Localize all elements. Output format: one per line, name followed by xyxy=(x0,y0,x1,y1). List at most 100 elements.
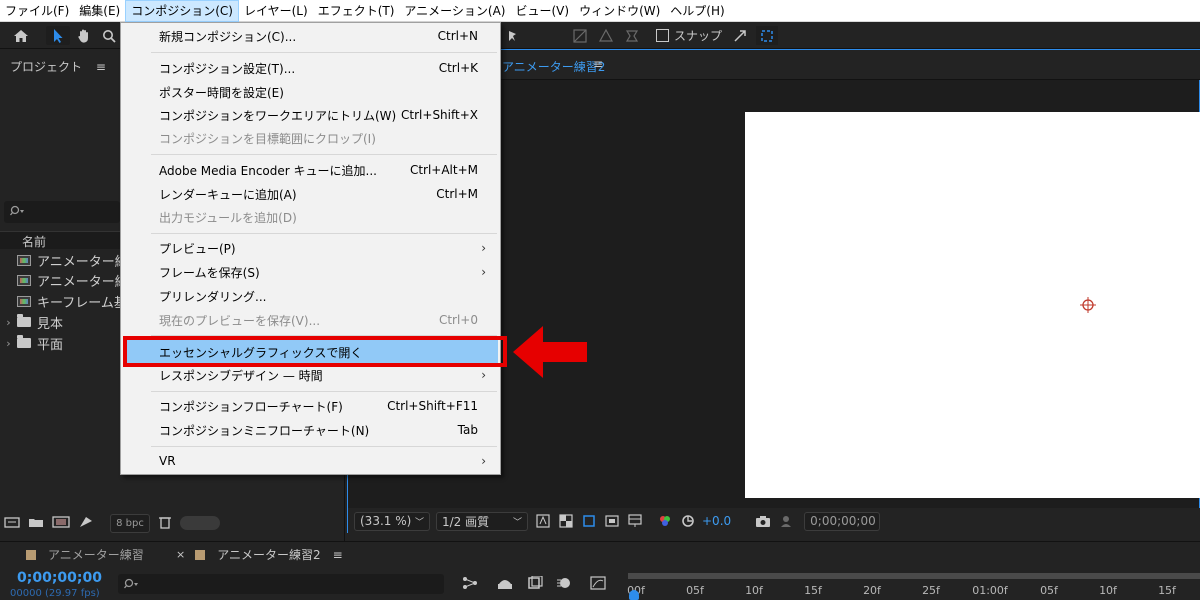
interpret-footage-icon[interactable] xyxy=(4,516,20,531)
column-name-label[interactable]: 名前 xyxy=(22,233,46,250)
menu-item-shortcut: Ctrl+0 xyxy=(438,313,478,327)
annotation-highlight-box xyxy=(123,336,507,367)
chevron-down-icon: ﹀ xyxy=(414,517,424,528)
ruler-tick-label: 10f xyxy=(1099,584,1117,597)
menu-item-composition-flowchart[interactable]: コンポジションフローチャート(F) Ctrl+Shift+F11 xyxy=(123,394,498,418)
snap-options-icon[interactable] xyxy=(730,26,750,45)
reset-exposure-icon[interactable] xyxy=(680,513,696,529)
search-icon xyxy=(123,578,140,593)
menu-layer[interactable]: レイヤー(L) xyxy=(239,0,313,22)
selection-tool-icon[interactable] xyxy=(46,26,70,45)
menu-item-shortcut: Ctrl+N xyxy=(437,29,478,43)
menu-item-pre-render[interactable]: プリレンダリング... xyxy=(123,284,498,308)
shy-layers-icon[interactable] xyxy=(496,576,514,593)
show-snapshot-icon[interactable] xyxy=(778,513,794,529)
menu-item-label: コンポジションをワークエリアにトリム(W) xyxy=(159,108,397,123)
menu-separator xyxy=(151,233,497,234)
timeline-tab-label: アニメーター練習 xyxy=(48,548,144,562)
home-icon[interactable] xyxy=(10,26,32,45)
zoom-dropdown[interactable]: (33.1 %) ﹀ xyxy=(354,511,430,531)
menu-item-trim-to-work-area[interactable]: コンポジションをワークエリアにトリム(W) Ctrl+Shift+X xyxy=(123,103,498,127)
menu-animation[interactable]: アニメーション(A) xyxy=(399,0,510,22)
menu-help[interactable]: ヘルプ(H) xyxy=(665,0,729,22)
menu-window[interactable]: ウィンドウ(W) xyxy=(574,0,665,22)
thumbnail-slider[interactable] xyxy=(180,516,220,530)
align-tool-icon[interactable] xyxy=(570,26,590,45)
work-area-bar[interactable] xyxy=(628,573,1200,579)
hand-tool-icon[interactable] xyxy=(74,26,94,45)
project-search-input[interactable] xyxy=(4,201,120,223)
frame-blending-icon[interactable] xyxy=(527,575,543,593)
timeline-search-input[interactable] xyxy=(118,574,444,594)
playhead[interactable] xyxy=(629,590,639,600)
menu-item-shortcut: Ctrl+Alt+M xyxy=(409,163,478,177)
viewer-timecode[interactable]: 0;00;00;00 xyxy=(804,511,881,531)
menu-item-add-to-render-queue[interactable]: レンダーキューに追加(A) Ctrl+M xyxy=(123,182,498,206)
menu-item-shortcut: Tab xyxy=(457,423,478,437)
folder-icon xyxy=(17,335,31,348)
graph-editor-icon[interactable] xyxy=(590,576,606,593)
anchor-point-icon[interactable] xyxy=(1079,296,1097,314)
zoom-tool-icon[interactable] xyxy=(100,26,118,45)
menu-item-preview[interactable]: プレビュー(P) › xyxy=(123,236,498,260)
motion-blur-icon[interactable] xyxy=(556,576,572,593)
puppet-pin-icon[interactable] xyxy=(502,26,520,45)
panel-menu-icon[interactable]: ≡ xyxy=(333,548,343,562)
pin-tool-icon[interactable] xyxy=(622,26,642,45)
bpc-label: 8 bpc xyxy=(116,517,144,529)
ruler-tick-label: 20f xyxy=(863,584,881,597)
composition-flowchart-icon[interactable] xyxy=(462,576,478,593)
menu-item-save-frame[interactable]: フレームを保存(S) › xyxy=(123,260,498,284)
menu-item-label: フレームを保存(S) xyxy=(159,265,260,280)
chevron-right-icon[interactable]: › xyxy=(0,316,17,329)
time-ruler[interactable]: 00f 05f 10f 15f 20f 25f 01:00f 05f 10f 1… xyxy=(627,573,1200,600)
menu-file[interactable]: ファイル(F) xyxy=(0,0,74,22)
transparency-grid-icon[interactable] xyxy=(558,513,574,529)
menu-item-vr[interactable]: VR › xyxy=(123,449,498,473)
folder-icon xyxy=(17,314,31,327)
mask-visibility-icon[interactable] xyxy=(581,513,597,529)
menu-item-composition-mini-flowchart[interactable]: コンポジションミニフローチャート(N) Tab xyxy=(123,418,498,442)
timeline-tab[interactable]: アニメーター練習 xyxy=(26,546,144,563)
project-settings-icon[interactable] xyxy=(78,515,94,532)
menu-item-set-poster-time[interactable]: ポスター時間を設定(E) xyxy=(123,80,498,104)
panel-menu-icon[interactable]: ≡ xyxy=(96,60,106,74)
exposure-value[interactable]: +0.0 xyxy=(702,514,731,528)
menu-item-composition-settings[interactable]: コンポジション設定(T)... Ctrl+K xyxy=(123,56,498,80)
region-of-interest-icon[interactable] xyxy=(604,513,620,529)
current-time-display[interactable]: 0;00;00;00 xyxy=(17,570,102,586)
snap-checkbox[interactable] xyxy=(656,29,669,42)
fast-previews-icon[interactable] xyxy=(535,513,551,529)
project-footer: 8 bpc xyxy=(0,511,345,535)
new-composition-icon[interactable] xyxy=(52,515,70,531)
ruler-tick-label: 01:00f xyxy=(972,584,1008,597)
menu-item-label: レンダーキューに追加(A) xyxy=(159,187,297,202)
new-folder-icon[interactable] xyxy=(28,516,44,531)
menu-view[interactable]: ビュー(V) xyxy=(510,0,574,22)
roto-tool-icon[interactable] xyxy=(596,26,616,45)
color-channels-icon[interactable] xyxy=(657,513,673,529)
menu-item-new-composition[interactable]: 新規コンポジション(C)... Ctrl+N xyxy=(123,24,498,48)
menu-separator xyxy=(151,154,497,155)
viewer-timecode-value: 0;00;00;00 xyxy=(810,514,876,528)
grid-guides-icon[interactable] xyxy=(627,513,643,529)
camera-icon[interactable] xyxy=(755,513,771,529)
viewer-tab[interactable]: アニメーター練習2 xyxy=(502,58,605,75)
menu-effect[interactable]: エフェクト(T) xyxy=(313,0,400,22)
resolution-dropdown[interactable]: 1/2 画質 ﹀ xyxy=(436,511,528,531)
ruler-tick-label: 15f xyxy=(804,584,822,597)
menu-edit[interactable]: 編集(E) xyxy=(74,0,125,22)
trash-icon[interactable] xyxy=(158,515,172,532)
menu-item-add-to-media-encoder[interactable]: Adobe Media Encoder キューに追加... Ctrl+Alt+M xyxy=(123,158,498,182)
snap-target-icon[interactable] xyxy=(756,26,778,45)
timeline-tab-active[interactable]: × アニメーター練習2 ≡ xyxy=(176,546,343,563)
menu-composition[interactable]: コンポジション(C) xyxy=(125,0,239,22)
panel-menu-icon[interactable]: ≡ xyxy=(593,57,603,71)
close-icon[interactable]: × xyxy=(176,548,185,561)
composition-canvas[interactable] xyxy=(745,112,1200,498)
menu-item-shortcut: Ctrl+Shift+X xyxy=(401,108,478,122)
chevron-right-icon[interactable]: › xyxy=(0,337,17,350)
menu-item-label: VR xyxy=(159,454,176,468)
snap-toggle[interactable]: スナップ xyxy=(656,26,722,45)
bpc-button[interactable]: 8 bpc xyxy=(110,513,150,533)
